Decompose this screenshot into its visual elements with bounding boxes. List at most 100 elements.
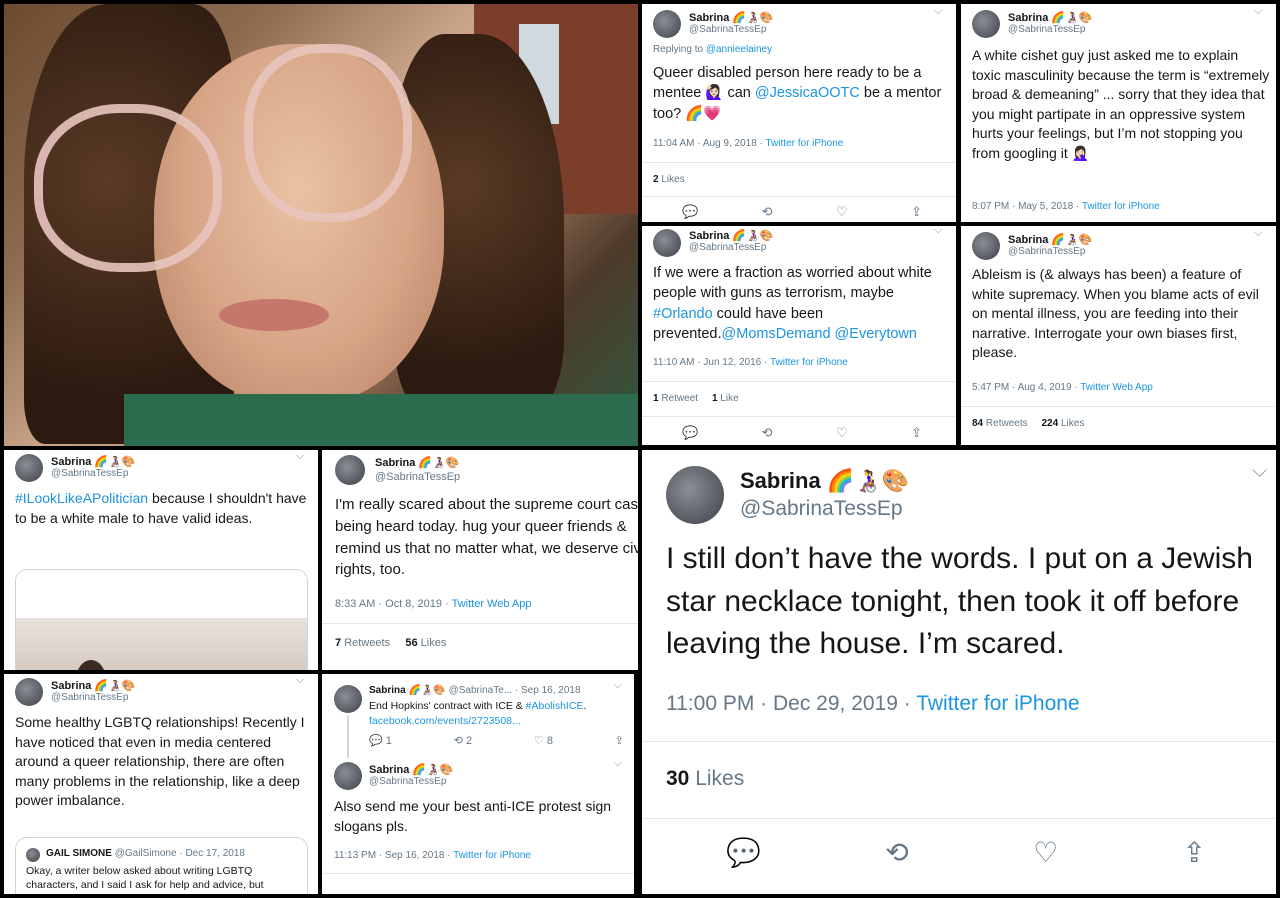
retweet-icon[interactable]: ⟲: [762, 425, 773, 441]
handle[interactable]: @SabrinaTessEp: [369, 776, 446, 787]
tweet-card: Sabrina 🌈👩‍🦽🎨 @SabrinaTessEp I'm really …: [322, 450, 638, 670]
mention-link[interactable]: @MomsDemand @Everytown: [722, 326, 917, 342]
sweater: [124, 394, 638, 446]
like-icon[interactable]: ♡: [1033, 836, 1058, 869]
reply-icon[interactable]: 💬: [682, 204, 698, 220]
handle[interactable]: @SabrinaTessEp: [1008, 24, 1085, 35]
like-icon[interactable]: ♡: [836, 425, 848, 441]
divider: [322, 623, 638, 624]
tweet-card: Sabrina 🌈👩‍🦽🎨 @SabrinaTessEp ⌵ I still d…: [642, 450, 1276, 894]
divider: [642, 741, 1276, 742]
display-name[interactable]: Sabrina 🌈👩‍🦽🎨 @SabrinaTe... · Sep 16, 20…: [369, 685, 581, 696]
share-icon[interactable]: ⇪: [911, 204, 922, 220]
emoji: 🌈👩‍🦽🎨: [1051, 234, 1093, 246]
chevron-down-icon[interactable]: ⌵: [296, 450, 304, 463]
source-link[interactable]: Twitter for iPhone: [766, 138, 844, 149]
like-count[interactable]: 30 Likes: [666, 767, 744, 791]
handle[interactable]: @SabrinaTessEp: [689, 24, 766, 35]
source-link[interactable]: Twitter Web App: [452, 598, 532, 610]
retweet-icon[interactable]: ⟲: [885, 836, 908, 869]
engagement-stats[interactable]: 84 Retweets 224 Likes: [972, 418, 1084, 429]
source-link[interactable]: Twitter Web App: [1080, 382, 1153, 393]
handle[interactable]: @SabrinaTessEp: [689, 242, 766, 253]
display-name[interactable]: Sabrina 🌈👩‍🦽🎨: [375, 456, 460, 469]
avatar[interactable]: [666, 466, 724, 524]
source-link[interactable]: Twitter for iPhone: [770, 357, 848, 368]
display-name[interactable]: Sabrina 🌈👩‍🦽🎨: [1008, 11, 1093, 24]
divider: [322, 873, 634, 874]
avatar[interactable]: [15, 454, 43, 482]
hashtag-link[interactable]: #Orlando: [653, 306, 713, 322]
avatar[interactable]: [334, 762, 362, 790]
handle[interactable]: @SabrinaTessEp: [1008, 246, 1085, 257]
timestamp: 11:10 AM · Jun 12, 2016 · Twitter for iP…: [653, 357, 848, 368]
chevron-down-icon[interactable]: ⌵: [934, 226, 942, 237]
chevron-down-icon[interactable]: ⌵: [1254, 227, 1262, 240]
mention-link[interactable]: @annieelainey: [706, 44, 772, 55]
retweet-icon[interactable]: ⟲: [762, 204, 773, 220]
avatar[interactable]: [653, 229, 681, 257]
tweet-card: Sabrina 🌈👩‍🦽🎨 @SabrinaTessEp ⌵ Ableism i…: [961, 226, 1276, 445]
like-count: 8: [546, 735, 553, 747]
hashtag-link[interactable]: #AbolishICE: [526, 700, 584, 712]
source-link[interactable]: Twitter for iPhone: [453, 850, 531, 861]
like-icon[interactable]: ♡: [836, 204, 848, 220]
tweet-text: End Hopkins' contract with ICE & #Abolis…: [369, 700, 587, 727]
handle[interactable]: @SabrinaTessEp: [51, 468, 128, 479]
reply-icon[interactable]: 💬 1: [369, 734, 392, 747]
reply-count: 1: [385, 735, 392, 747]
chevron-down-icon[interactable]: ⌵: [1254, 5, 1262, 18]
tweet-text: A white cishet guy just asked me to expl…: [972, 47, 1270, 161]
handle[interactable]: @SabrinaTessEp: [51, 692, 128, 703]
action-bar: 💬 1 ⟲ 2 ♡ 8 ⇪: [369, 734, 624, 747]
engagement-stats[interactable]: 1 Retweet 1 Like: [653, 393, 739, 404]
reply-icon[interactable]: 💬: [726, 836, 761, 869]
thread-line: [347, 716, 349, 758]
avatar[interactable]: [972, 10, 1000, 38]
divider: [642, 162, 956, 163]
url-link[interactable]: facebook.com/events/2723508...: [369, 715, 521, 727]
media-card[interactable]: [15, 569, 308, 670]
chevron-down-icon[interactable]: ⌵: [934, 5, 942, 18]
display-name[interactable]: Sabrina 🌈👩‍🦽🎨: [689, 11, 774, 24]
display-name[interactable]: Sabrina 🌈👩‍🦽🎨: [369, 763, 454, 776]
emoji: 🌈👩‍🦽🎨: [94, 680, 136, 692]
handle[interactable]: @SabrinaTessEp: [375, 471, 460, 483]
timestamp: 11:04 AM · Aug 9, 2018 · Twitter for iPh…: [653, 138, 844, 149]
chevron-down-icon[interactable]: ⌵: [614, 680, 622, 691]
avatar[interactable]: [653, 10, 681, 38]
quote-tweet[interactable]: GAIL SIMONE @GailSimone · Dec 17, 2018 O…: [15, 837, 308, 894]
display-name[interactable]: Sabrina 🌈👩‍🦽🎨: [51, 455, 136, 468]
hashtag-link[interactable]: #ILookLikeAPolitician: [15, 490, 148, 506]
display-name[interactable]: Sabrina 🌈👩‍🦽🎨: [51, 679, 136, 692]
display-name[interactable]: Sabrina 🌈👩‍🦽🎨: [689, 229, 774, 242]
retweet-icon[interactable]: ⟲ 2: [454, 734, 472, 747]
chevron-down-icon[interactable]: ⌵: [614, 758, 622, 769]
source-link[interactable]: Twitter for iPhone: [916, 692, 1079, 715]
like-icon[interactable]: ♡ 8: [534, 734, 553, 747]
avatar: [26, 848, 40, 862]
share-icon[interactable]: ⇪: [911, 425, 922, 441]
reply-icon[interactable]: 💬: [682, 425, 698, 441]
mention-link[interactable]: @JessicaOOTC: [755, 85, 860, 101]
avatar[interactable]: [335, 455, 365, 485]
emoji: 🌈👩‍🦽🎨: [732, 230, 774, 242]
display-name[interactable]: Sabrina 🌈👩‍🦽🎨: [740, 468, 909, 494]
timestamp: 11:13 PM · Sep 16, 2018 · Twitter for iP…: [334, 850, 531, 861]
avatar[interactable]: [334, 685, 362, 713]
avatar[interactable]: [972, 232, 1000, 260]
share-icon[interactable]: ⇪: [1183, 836, 1206, 869]
lips: [219, 299, 329, 331]
chevron-down-icon[interactable]: ⌵: [296, 674, 304, 687]
engagement-stats[interactable]: 7 Retweets 56 Likes: [335, 637, 446, 649]
emoji: 🌈👩‍🦽🎨: [1051, 12, 1093, 24]
handle[interactable]: @SabrinaTessEp: [740, 497, 903, 521]
share-icon[interactable]: ⇪: [615, 734, 624, 747]
source-link[interactable]: Twitter for iPhone: [1082, 201, 1160, 212]
emoji: 🌈👩‍🦽🎨: [412, 764, 454, 776]
tweet-card: Sabrina 🌈👩‍🦽🎨 @SabrinaTessEp ⌵ A white c…: [961, 4, 1276, 222]
like-count[interactable]: 2 Likes: [653, 174, 685, 185]
avatar[interactable]: [15, 678, 43, 706]
display-name[interactable]: Sabrina 🌈👩‍🦽🎨: [1008, 233, 1093, 246]
chevron-down-icon[interactable]: ⌵: [1252, 460, 1267, 483]
